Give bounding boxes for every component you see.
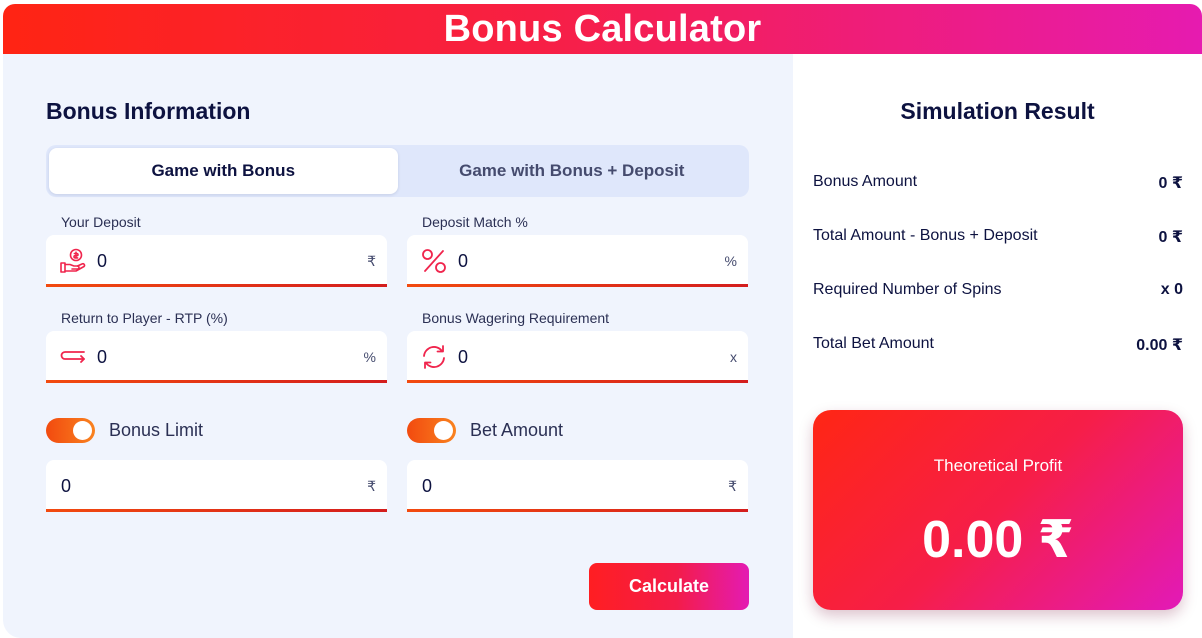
hand-coin-icon (59, 247, 87, 275)
deposit-match-input[interactable] (458, 250, 725, 272)
wagering-field: x (407, 331, 748, 383)
deposit-match-label: Deposit Match % (422, 214, 528, 230)
mode-tabs: Game with Bonus Game with Bonus + Deposi… (46, 145, 749, 197)
bonus-limit-input[interactable] (61, 475, 368, 497)
result-label: Total Amount - Bonus + Deposit (813, 227, 1038, 244)
bet-amount-toggle-row: Bet Amount (407, 418, 563, 443)
bonus-limit-toggle-row: Bonus Limit (46, 418, 203, 443)
result-label: Bonus Amount (813, 173, 918, 190)
bonus-limit-field: ₹ (46, 460, 387, 512)
result-row-bonus-amount: Bonus Amount 0 ₹ (813, 173, 1183, 193)
result-row-total-bet: Total Bet Amount 0.00 ₹ (813, 335, 1183, 355)
bonus-limit-label: Bonus Limit (109, 420, 204, 440)
wagering-unit: x (730, 349, 737, 365)
refresh-icon (420, 343, 448, 371)
header-bar: Bonus Calculator (3, 4, 1202, 54)
bet-amount-unit: ₹ (728, 477, 737, 494)
bet-amount-input[interactable] (422, 475, 729, 497)
result-row-required-spins: Required Number of Spins x 0 (813, 281, 1183, 299)
wagering-label: Bonus Wagering Requirement (422, 310, 610, 326)
percent-icon (420, 247, 448, 275)
result-value: 0 ₹ (1158, 175, 1183, 192)
result-value: 0.00 ₹ (1136, 337, 1183, 354)
bet-amount-field: ₹ (407, 460, 748, 512)
deposit-field: ₹ (46, 235, 387, 287)
result-row-total-amount: Total Amount - Bonus + Deposit 0 ₹ (813, 227, 1183, 247)
simulation-result-panel: Simulation Result Bonus Amount 0 ₹ Total… (793, 54, 1202, 638)
calculate-button[interactable]: Calculate (589, 563, 749, 610)
deposit-label: Your Deposit (61, 214, 141, 230)
rtp-unit: % (363, 349, 376, 365)
tab-game-with-bonus-deposit[interactable]: Game with Bonus + Deposit (398, 148, 747, 194)
toggle-knob (73, 421, 92, 440)
rtp-label: Return to Player - RTP (%) (61, 310, 228, 326)
theoretical-profit-card: Theoretical Profit 0.00 ₹ (813, 410, 1183, 610)
page-title: Bonus Calculator (443, 7, 762, 50)
theoretical-profit-value: 0.00 ₹ (922, 511, 1074, 569)
result-value: x 0 (1160, 281, 1183, 298)
rtp-input[interactable] (97, 346, 364, 368)
theoretical-profit-label: Theoretical Profit (933, 456, 1063, 475)
bonus-limit-unit: ₹ (367, 477, 376, 494)
bonus-information-panel: Bonus Information Game with Bonus Game w… (3, 54, 793, 638)
bet-amount-toggle[interactable] (407, 418, 456, 443)
rtp-field: % (46, 331, 387, 383)
tab-game-with-bonus[interactable]: Game with Bonus (49, 148, 398, 194)
bonus-limit-toggle[interactable] (46, 418, 95, 443)
return-arrow-icon (59, 343, 87, 371)
result-label: Required Number of Spins (813, 281, 1002, 298)
result-value: 0 ₹ (1158, 229, 1183, 246)
result-label: Total Bet Amount (813, 335, 934, 352)
toggle-knob (434, 421, 453, 440)
deposit-match-field: % (407, 235, 748, 287)
deposit-input[interactable] (97, 250, 368, 272)
deposit-unit: ₹ (367, 252, 376, 269)
simulation-result-title: Simulation Result (900, 98, 1095, 124)
bet-amount-label: Bet Amount (470, 420, 564, 440)
deposit-match-unit: % (724, 253, 737, 269)
wagering-input[interactable] (458, 346, 730, 368)
bonus-information-title: Bonus Information (46, 98, 251, 124)
